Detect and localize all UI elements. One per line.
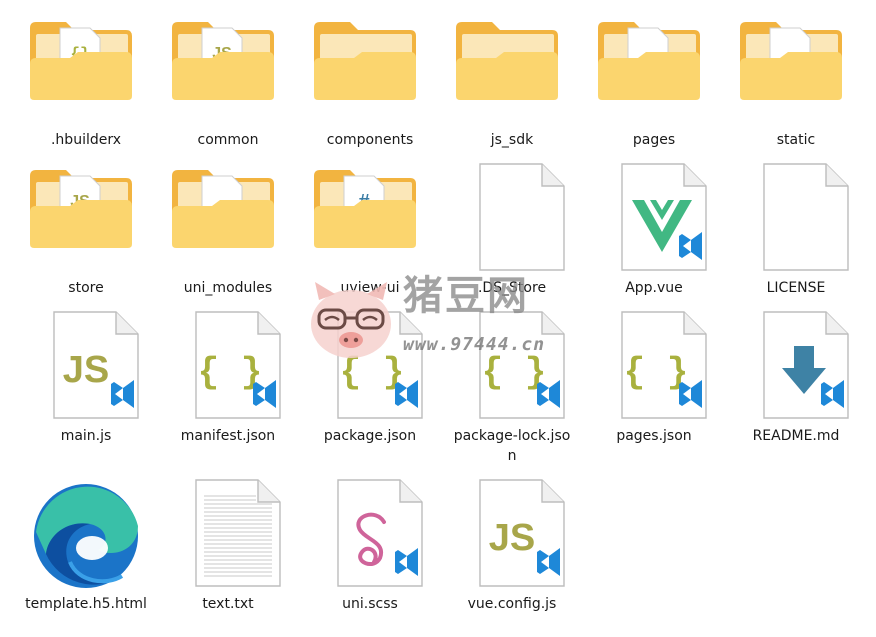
file-main-js[interactable]: JS main.js [15,310,157,478]
item-label: js_sdk [490,132,534,148]
blank-file-icon [736,162,856,274]
item-label: README.md [752,428,840,444]
svg-text:{ }: { } [340,352,405,393]
blank-file-icon [452,162,572,274]
txt-file-icon [168,478,288,590]
item-label: vue.config.js [467,596,557,612]
item-label: template.h5.html [25,596,147,612]
folder-static[interactable]: static [725,14,867,162]
folder-js-sdk[interactable]: js_sdk [441,14,583,162]
svg-text:JS: JS [489,517,535,559]
folder-icon [736,14,856,126]
folder-common[interactable]: JS common [157,14,299,162]
item-label: uview-ui [340,280,400,296]
file-grid: {} .hbuilderx JS common components js_sd… [15,14,867,634]
file-template-h5-html[interactable]: template.h5.html [15,478,157,634]
folder-components[interactable]: components [299,14,441,162]
item-label: uni_modules [183,280,273,296]
folder-hbuilderx[interactable]: {} .hbuilderx [15,14,157,162]
folder-icon: {} [26,14,146,126]
item-label: .hbuilderx [50,132,122,148]
js-file-icon: JS [26,310,146,422]
svg-text:{ }: { } [198,352,263,393]
json-file-icon: { } [310,310,430,422]
svg-text:{ }: { } [482,352,547,393]
folder-store[interactable]: JS store [15,162,157,310]
item-label: components [326,132,414,148]
file-text-txt[interactable]: text.txt [157,478,299,634]
folder-icon: JS [168,14,288,126]
folder-uni-modules[interactable]: uni_modules [157,162,299,310]
folder-uview-ui[interactable]: # uview-ui [299,162,441,310]
folder-icon [310,14,430,126]
item-label: LICENSE [766,280,826,296]
folder-icon [594,14,714,126]
js-file-icon: JS [452,478,572,590]
file-manifest-json[interactable]: { } manifest.json [157,310,299,478]
item-label: package.json [323,428,417,444]
file-readme-md[interactable]: README.md [725,310,867,478]
item-label: manifest.json [180,428,276,444]
md-file-icon [736,310,856,422]
file-vue-config-js[interactable]: JS vue.config.js [441,478,583,634]
svg-text:JS: JS [63,349,109,391]
file-uni-scss[interactable]: uni.scss [299,478,441,634]
folder-icon [452,14,572,126]
item-label: common [197,132,259,148]
json-file-icon: { } [168,310,288,422]
folder-icon: # [310,162,430,274]
item-label: text.txt [202,596,254,612]
item-label: uni.scss [342,596,398,612]
folder-icon: JS [26,162,146,274]
vue-file-icon [594,162,714,274]
item-label: static [776,132,816,148]
svg-text:{ }: { } [624,352,689,393]
file-package-json[interactable]: { } package.json [299,310,441,478]
folder-icon [168,162,288,274]
file-pages-json[interactable]: { } pages.json [583,310,725,478]
item-label: .DS_Store [477,280,547,296]
file-package-lock-json[interactable]: { } package-lock.json [441,310,583,478]
item-label: pages.json [616,428,692,444]
edge-file-icon [26,478,146,590]
json-file-icon: { } [452,310,572,422]
folder-pages[interactable]: pages [583,14,725,162]
file-ds-store[interactable]: .DS_Store [441,162,583,310]
item-label: App.vue [625,280,683,296]
scss-file-icon [310,478,430,590]
item-label: store [68,280,104,296]
file-app-vue[interactable]: App.vue [583,162,725,310]
item-label: package-lock.json [453,428,571,464]
file-license[interactable]: LICENSE [725,162,867,310]
json-file-icon: { } [594,310,714,422]
item-label: main.js [60,428,112,444]
item-label: pages [632,132,676,148]
